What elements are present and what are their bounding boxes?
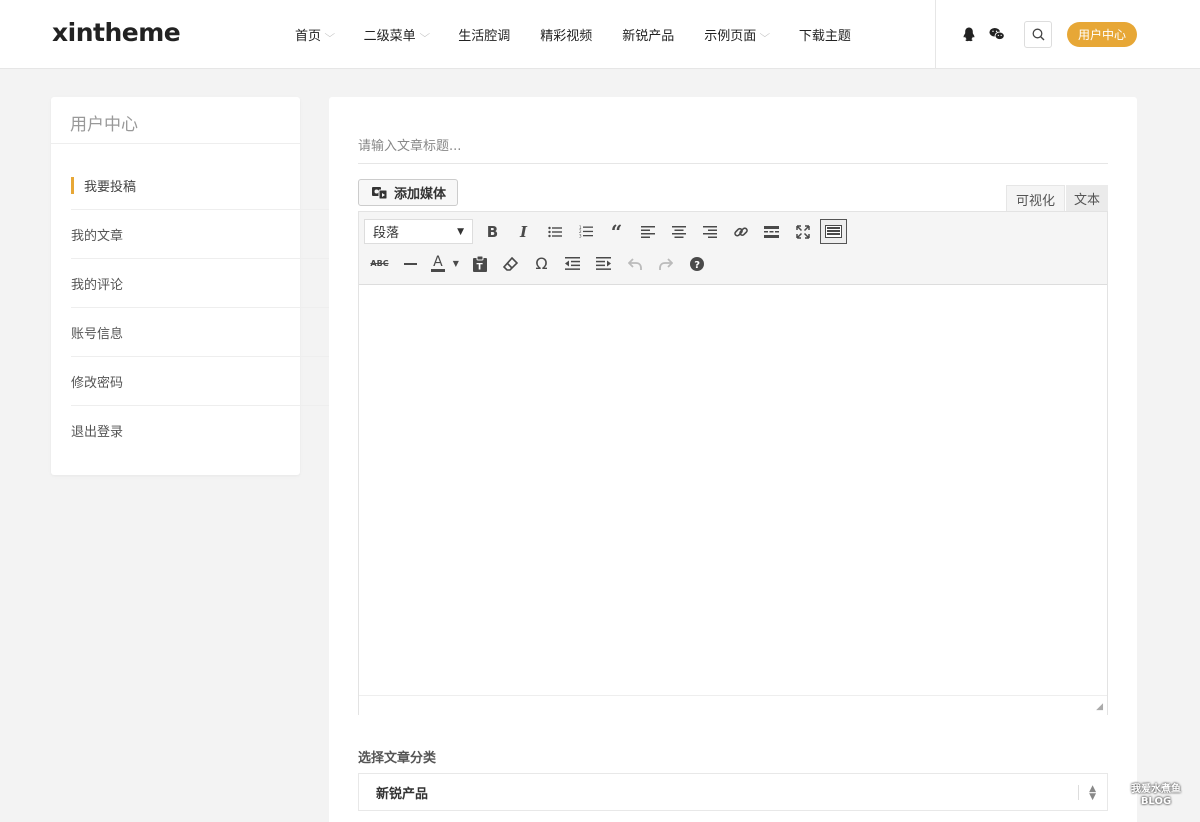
sidebar-menu: 我要投稿 我的文章 我的评论 账号信息 修改密码 退出登录: [71, 161, 333, 455]
nav-item-videos[interactable]: 精彩视频: [526, 0, 608, 69]
svg-text:T: T: [476, 262, 483, 272]
sidebar-item-label: 我要投稿: [84, 179, 137, 195]
toolbar-toggle-icon[interactable]: [820, 219, 847, 244]
select-arrows-icon: ▲ ▼: [1089, 784, 1096, 802]
strikethrough-icon[interactable]: ABC: [364, 250, 395, 277]
sidebar-item-logout[interactable]: 退出登录: [71, 406, 333, 455]
toolbar-row-1: 段落 ▼ B I 123 “: [364, 218, 847, 245]
special-character-icon[interactable]: Ω: [526, 250, 557, 277]
help-icon[interactable]: ?: [681, 250, 712, 277]
search-button[interactable]: [1024, 21, 1052, 48]
chevron-down-icon: ⌵: [759, 29, 771, 40]
svg-text:3: 3: [579, 234, 582, 239]
post-title-input[interactable]: [358, 129, 1108, 164]
editor-toolbar: 段落 ▼ B I 123 “ ABC A ▼ T Ω ?: [359, 212, 1107, 285]
tab-text[interactable]: 文本: [1066, 185, 1108, 212]
add-media-icon: [372, 187, 388, 200]
nav-label: 生活腔调: [458, 29, 511, 44]
add-media-button[interactable]: 添加媒体: [358, 179, 458, 206]
sidebar-item-label: 退出登录: [71, 425, 124, 440]
nav-item-life[interactable]: 生活腔调: [444, 0, 526, 69]
sidebar-item-label: 我的评论: [71, 277, 124, 293]
select-separator: [1078, 785, 1079, 800]
search-icon: [1032, 28, 1044, 41]
chevron-down-icon: ⌵: [324, 29, 336, 40]
caret-down-icon: ▼: [457, 226, 464, 237]
nav-label: 精彩视频: [540, 29, 593, 44]
header-divider: [935, 0, 936, 69]
paste-text-icon[interactable]: T: [464, 250, 495, 277]
link-icon[interactable]: [725, 218, 756, 245]
svg-text:?: ?: [694, 260, 700, 271]
active-indicator: [71, 176, 74, 194]
nav-item-products[interactable]: 新锐产品: [608, 0, 690, 69]
sidebar-item-label: 修改密码: [71, 375, 124, 391]
sidebar-item-label: 账号信息: [71, 326, 124, 342]
user-center-button[interactable]: 用户中心: [1067, 22, 1137, 47]
editor-content-area[interactable]: [359, 285, 1107, 695]
nav-label: 二级菜单: [363, 29, 416, 44]
fullscreen-icon[interactable]: [787, 218, 818, 245]
outdent-icon[interactable]: [557, 250, 588, 277]
watermark-line-2: BLOG: [1140, 796, 1172, 807]
clear-formatting-icon[interactable]: [495, 250, 526, 277]
chevron-down-icon: ⌵: [419, 29, 430, 40]
align-left-icon[interactable]: [632, 218, 663, 245]
sidebar-item-change-password[interactable]: 修改密码: [71, 357, 333, 406]
nav-label: 新锐产品: [622, 29, 675, 44]
sidebar-item-my-articles[interactable]: 我的文章: [71, 210, 333, 259]
category-label: 选择文章分类: [358, 751, 437, 766]
redo-icon[interactable]: [650, 250, 681, 277]
italic-icon[interactable]: I: [508, 218, 539, 245]
sidebar-title: 用户中心: [51, 97, 300, 144]
watermark-line-1: 我爱水煮鱼: [1131, 784, 1181, 795]
nav-label: 示例页面: [704, 29, 757, 44]
nav-label: 下载主题: [798, 29, 851, 44]
indent-icon[interactable]: [588, 250, 619, 277]
site-header: xintheme 首页 ⌵ 二级菜单 ⌵ 生活腔调 精彩视频 新锐产品 示例页面 ⌵ …: [0, 0, 1200, 69]
format-select[interactable]: 段落 ▼: [364, 219, 473, 244]
sidebar-item-submit[interactable]: 我要投稿: [71, 161, 333, 210]
sidebar-item-account-info[interactable]: 账号信息: [71, 308, 333, 357]
bold-icon[interactable]: B: [477, 218, 508, 245]
category-select-value: 新锐产品: [376, 786, 429, 802]
nav-item-download[interactable]: 下载主题: [785, 0, 867, 69]
align-center-icon[interactable]: [663, 218, 694, 245]
read-more-icon[interactable]: [756, 218, 787, 245]
nav-item-home[interactable]: 首页 ⌵: [281, 0, 350, 69]
watermark-logo: 我爱水煮鱼 BLOG: [1121, 784, 1191, 812]
rich-text-editor: 段落 ▼ B I 123 “ ABC A ▼ T Ω ? ◢: [358, 211, 1108, 715]
align-right-icon[interactable]: [694, 218, 725, 245]
nav-item-examples[interactable]: 示例页面 ⌵: [690, 0, 785, 69]
horizontal-line-icon[interactable]: [395, 250, 426, 277]
sidebar-item-my-comments[interactable]: 我的评论: [71, 259, 333, 308]
resize-handle-icon[interactable]: ◢: [1096, 702, 1103, 712]
user-sidebar: 用户中心 我要投稿 我的文章 我的评论 账号信息 修改密码 退出登录: [51, 97, 333, 475]
format-select-value: 段落: [373, 226, 400, 241]
add-media-label: 添加媒体: [394, 187, 447, 202]
undo-icon[interactable]: [619, 250, 650, 277]
category-select[interactable]: 新锐产品 ▲ ▼: [358, 773, 1108, 811]
toolbar-row-2: ABC A ▼ T Ω ?: [364, 250, 712, 277]
tab-visual[interactable]: 可视化: [1006, 185, 1065, 212]
text-color-icon[interactable]: A ▼: [426, 250, 464, 277]
nav-item-submenu[interactable]: 二级菜单 ⌵: [350, 0, 445, 69]
qq-icon[interactable]: [961, 26, 977, 42]
numbered-list-icon[interactable]: 123: [570, 218, 601, 245]
blockquote-icon[interactable]: “: [601, 218, 632, 245]
wechat-icon[interactable]: [989, 26, 1005, 42]
bullet-list-icon[interactable]: [539, 218, 570, 245]
site-logo[interactable]: xintheme: [52, 18, 181, 47]
sidebar-item-label: 我的文章: [71, 228, 124, 244]
post-editor-panel: 添加媒体 可视化 文本 段落 ▼ B I 123 “ ABC: [329, 97, 1137, 822]
editor-statusbar: ◢: [359, 695, 1107, 715]
nav-label: 首页: [295, 29, 322, 44]
main-nav: 首页 ⌵ 二级菜单 ⌵ 生活腔调 精彩视频 新锐产品 示例页面 ⌵ 下载主题: [281, 0, 867, 69]
